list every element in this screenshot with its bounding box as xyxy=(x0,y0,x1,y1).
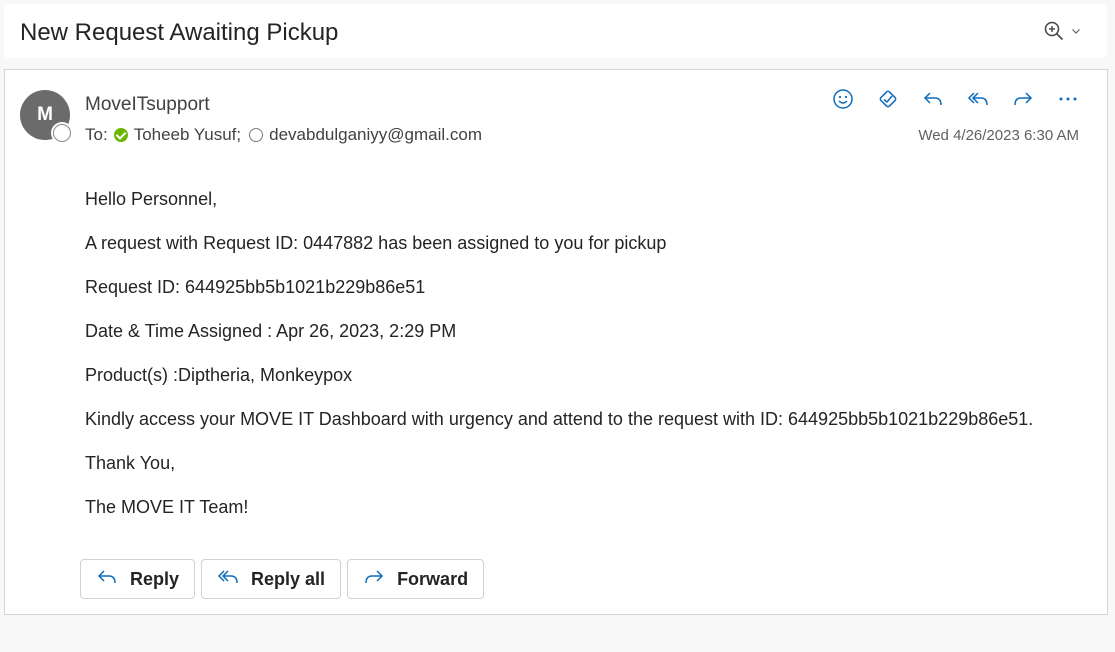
forward-label: Forward xyxy=(397,568,469,589)
body-line: Kindly access your MOVE IT Dashboard wit… xyxy=(85,409,1034,429)
body-line: A request with Request ID: 0447882 has b… xyxy=(85,233,667,253)
message-timestamp: Wed 4/26/2023 6:30 AM xyxy=(918,127,1079,144)
more-icon[interactable] xyxy=(1057,88,1079,110)
reply-all-button[interactable]: Reply all xyxy=(201,559,342,599)
to-label: To: xyxy=(85,125,108,144)
emoji-icon[interactable] xyxy=(832,88,854,110)
message-actions xyxy=(832,88,1079,110)
sender-name[interactable]: MoveITsupport xyxy=(85,94,210,116)
body-line: Hello Personnel, xyxy=(85,189,218,209)
presence-available-icon xyxy=(113,128,128,142)
body-line: Thank You, xyxy=(85,453,176,473)
message-body: Hello Personnel, A request with Request … xyxy=(85,188,1033,540)
body-line: Request ID: 644925bb5b1021b229b86e51 xyxy=(85,277,426,297)
forward-icon[interactable] xyxy=(1012,88,1034,110)
reply-bar: Reply Reply all Forward xyxy=(80,559,485,599)
reply-icon xyxy=(96,566,118,593)
body-line: The MOVE IT Team! xyxy=(85,497,249,517)
reply-all-icon[interactable] xyxy=(967,88,989,110)
reply-all-label: Reply all xyxy=(251,568,326,589)
message-card: M MoveITsupport To: Toheeb Yusuf; devabd… xyxy=(4,69,1108,615)
subject-bar: New Request Awaiting Pickup xyxy=(4,4,1107,58)
zoom-button[interactable] xyxy=(1043,20,1081,42)
reply-icon[interactable] xyxy=(922,88,944,110)
body-line: Date & Time Assigned : Apr 26, 2023, 2:2… xyxy=(85,321,457,341)
zoom-in-icon xyxy=(1043,20,1065,42)
reply-button[interactable]: Reply xyxy=(80,559,196,599)
reply-label: Reply xyxy=(130,568,180,589)
reply-all-icon xyxy=(217,566,239,593)
recipients-line: To: Toheeb Yusuf; devabdulganiyy@gmail.c… xyxy=(85,125,490,145)
body-line: Product(s) :Diptheria, Monkeypox xyxy=(85,365,353,385)
forward-icon xyxy=(363,566,385,593)
subject-title: New Request Awaiting Pickup xyxy=(20,19,339,46)
forward-button[interactable]: Forward xyxy=(347,559,485,599)
presence-offline-icon xyxy=(53,124,71,142)
apps-icon[interactable] xyxy=(877,88,899,110)
presence-offline-icon xyxy=(249,128,264,142)
chevron-down-icon xyxy=(1071,26,1081,36)
recipient-2[interactable]: devabdulganiyy@gmail.com xyxy=(269,125,482,145)
recipient-1[interactable]: Toheeb Yusuf; xyxy=(134,125,241,145)
